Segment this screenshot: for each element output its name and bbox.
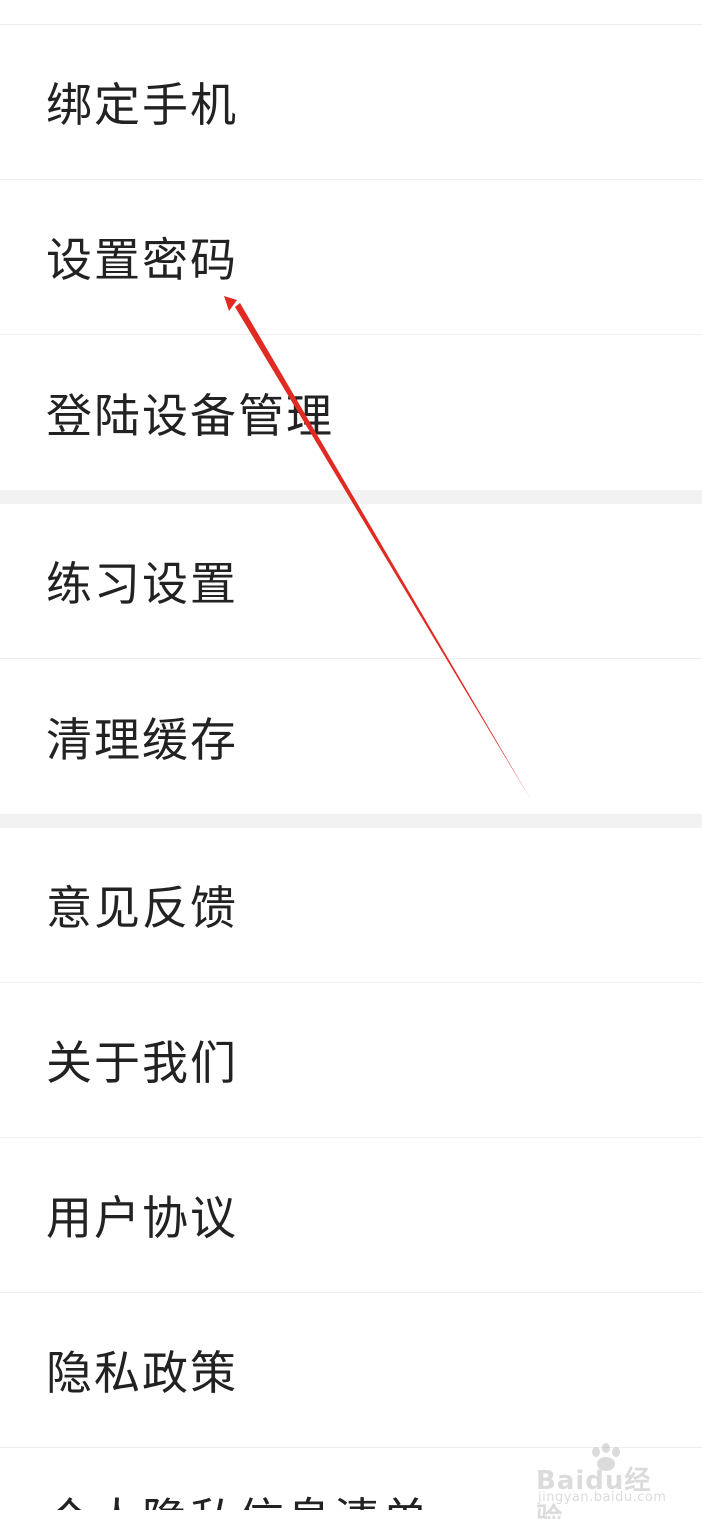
settings-item-feedback[interactable]: 意见反馈 (0, 828, 702, 983)
settings-item-login-devices[interactable]: 登陆设备管理 (0, 335, 702, 490)
settings-item-label: 登陆设备管理 (46, 388, 334, 443)
settings-item-label: 清理缓存 (46, 712, 238, 767)
settings-item-practice-settings[interactable]: 练习设置 (0, 504, 702, 659)
settings-screen: 绑定手机 设置密码 登陆设备管理 练习设置 清理缓存 意见反馈 关于我们 用户协… (0, 0, 702, 1519)
settings-item-label: 意见反馈 (46, 881, 238, 935)
top-strip (0, 0, 702, 25)
watermark-url: jingyan.baidu.com (538, 1490, 667, 1505)
group-separator (0, 814, 702, 828)
settings-item-label: 用户协议 (46, 1191, 238, 1245)
settings-item-label: 个人隐私信息清单 (46, 1484, 430, 1510)
settings-item-user-agreement[interactable]: 用户协议 (0, 1138, 702, 1293)
baidu-watermark: Baidu经验 jingyan.baidu.com (536, 1442, 676, 1519)
settings-item-bind-phone[interactable]: 绑定手机 (0, 25, 702, 180)
settings-item-privacy-policy[interactable]: 隐私政策 (0, 1293, 702, 1448)
settings-item-label: 绑定手机 (46, 78, 238, 132)
settings-item-label: 设置密码 (46, 233, 238, 287)
settings-item-label: 隐私政策 (46, 1346, 238, 1400)
settings-item-set-password[interactable]: 设置密码 (0, 180, 702, 335)
settings-item-label: 关于我们 (46, 1036, 238, 1090)
settings-item-clear-cache[interactable]: 清理缓存 (0, 659, 702, 814)
settings-item-about-us[interactable]: 关于我们 (0, 983, 702, 1138)
group-separator (0, 490, 702, 504)
settings-item-label: 练习设置 (46, 557, 238, 611)
